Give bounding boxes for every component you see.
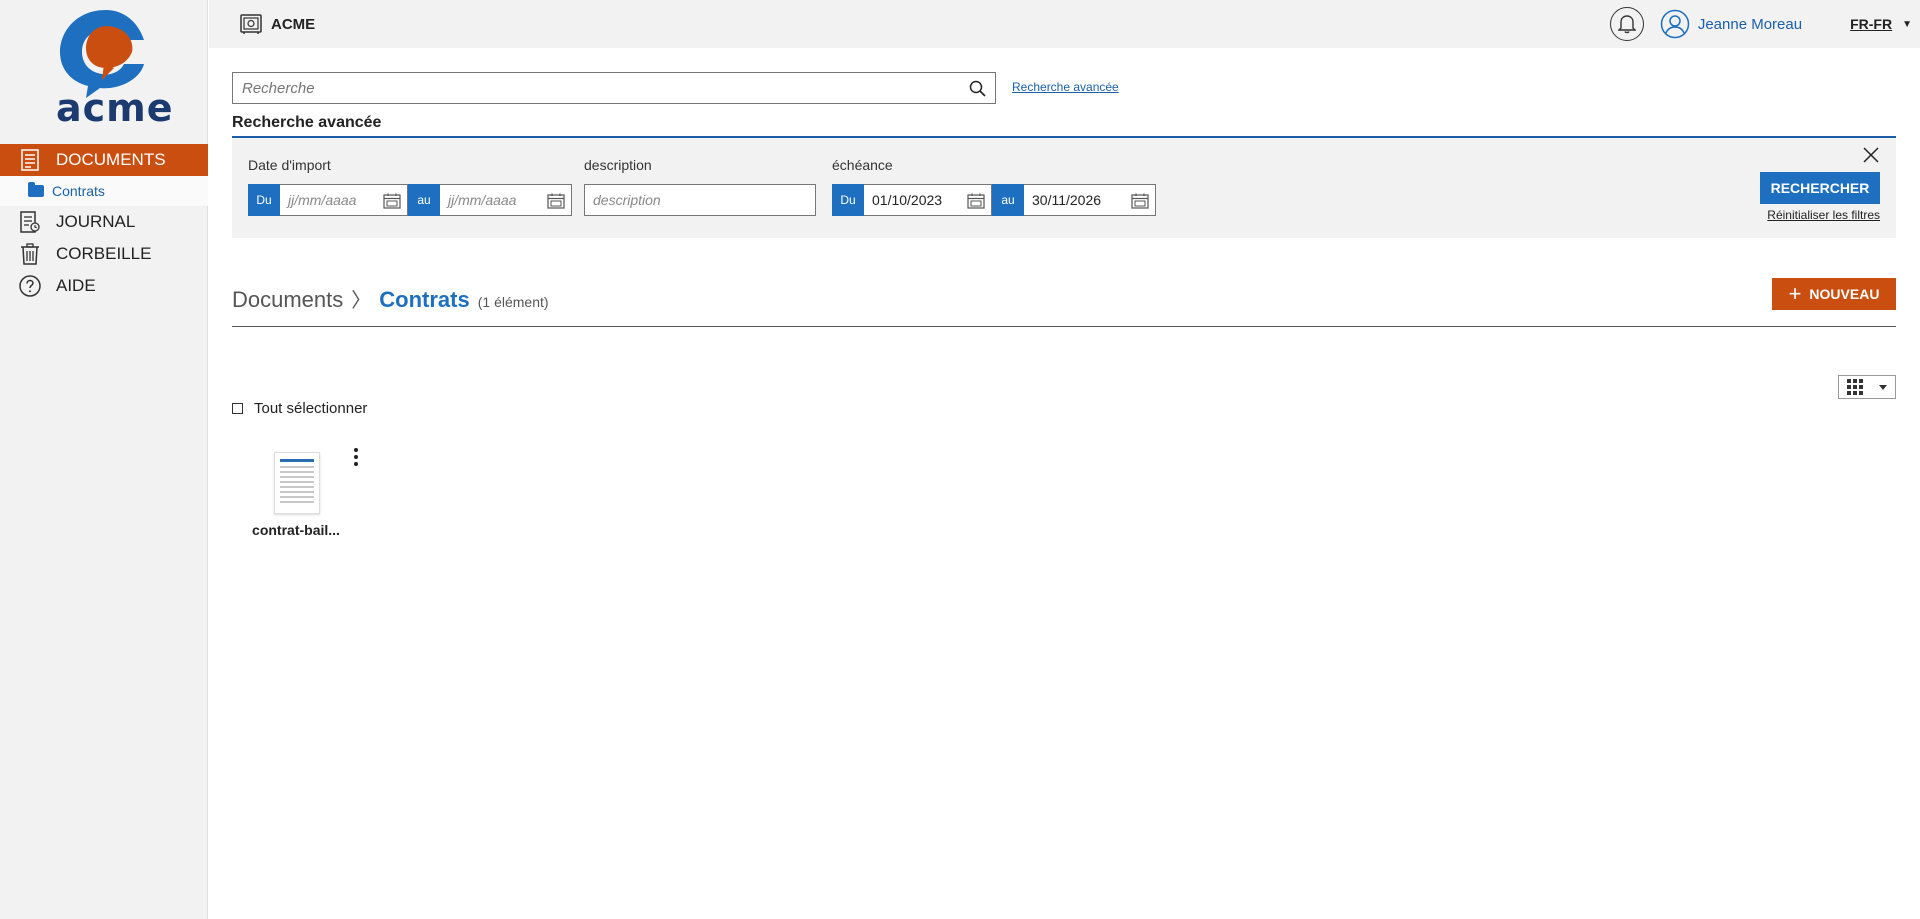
sidebar-item-label: Contrats — [52, 183, 105, 199]
breadcrumb-root[interactable]: Documents — [232, 287, 343, 313]
user-avatar-icon — [1660, 9, 1690, 39]
plus-icon: + — [1788, 281, 1802, 306]
calendar-icon[interactable] — [1131, 193, 1149, 209]
user-menu[interactable]: Jeanne Moreau — [1660, 9, 1802, 39]
breadcrumb-separator: 〉 — [351, 290, 372, 312]
document-name[interactable]: contrat-bail... — [240, 522, 352, 538]
search-button[interactable]: RECHERCHER — [1760, 172, 1880, 204]
more-options-icon[interactable] — [348, 446, 364, 468]
trash-icon — [16, 242, 44, 266]
import-date-to-input[interactable]: jj/mm/aaaa — [440, 184, 572, 216]
select-all-label: Tout sélectionner — [254, 400, 368, 417]
calendar-icon[interactable] — [547, 193, 565, 209]
safe-icon — [240, 14, 262, 34]
sidebar-item-contrats[interactable]: Contrats — [0, 176, 208, 206]
help-icon — [16, 274, 44, 298]
sidebar-item-aide[interactable]: AIDE — [0, 270, 208, 302]
language-selector[interactable]: FR-FR — [1850, 16, 1892, 32]
calendar-icon[interactable] — [383, 193, 401, 209]
description-input[interactable]: description — [584, 184, 816, 216]
search-field — [232, 72, 996, 104]
new-button[interactable]: + NOUVEAU — [1772, 278, 1896, 310]
document-card[interactable]: contrat-bail... — [240, 446, 360, 546]
due-date-range: Du 01/10/2023 au 30/11/2026 — [832, 184, 1156, 216]
date-placeholder: jj/mm/aaaa — [288, 192, 357, 208]
import-date-range: Du jj/mm/aaaa au jj/mm/aaaa — [248, 184, 572, 216]
calendar-icon[interactable] — [967, 193, 985, 209]
user-name: Jeanne Moreau — [1697, 15, 1803, 33]
new-button-label: NOUVEAU — [1809, 286, 1880, 302]
chevron-down-icon — [1879, 384, 1887, 390]
to-tag: au — [992, 184, 1024, 216]
advanced-search-link[interactable]: Recherche avancée — [1012, 80, 1119, 94]
advanced-search-title: Recherche avancée — [232, 114, 382, 131]
folder-icon — [28, 182, 44, 197]
sidebar-item-documents[interactable]: DOCUMENTS — [0, 144, 208, 176]
notifications-bell-icon[interactable] — [1609, 7, 1644, 41]
import-date-from-input[interactable]: jj/mm/aaaa — [280, 184, 408, 216]
sidebar-item-journal[interactable]: JOURNAL — [0, 206, 208, 238]
sidebar-item-label: DOCUMENTS — [56, 150, 166, 169]
date-placeholder: jj/mm/aaaa — [448, 192, 517, 208]
document-thumbnail-icon[interactable] — [274, 452, 320, 514]
description-label: description — [584, 157, 652, 173]
description-placeholder: description — [593, 192, 661, 208]
search-icon[interactable] — [959, 73, 995, 103]
from-tag: Du — [248, 184, 280, 216]
app-title: ACME — [271, 15, 316, 33]
to-tag: au — [408, 184, 440, 216]
select-all[interactable]: Tout sélectionner — [232, 400, 367, 417]
import-date-label: Date d'import — [248, 157, 331, 173]
date-value: 30/11/2026 — [1032, 192, 1102, 208]
chevron-down-icon[interactable]: ▼ — [1902, 19, 1912, 30]
sidebar-item-label: CORBEILLE — [56, 244, 152, 263]
journal-icon — [16, 210, 44, 234]
from-tag: Du — [832, 184, 864, 216]
header-actions: Jeanne Moreau FR-FR ▼ — [1609, 0, 1920, 48]
view-mode-toggle[interactable] — [1838, 375, 1896, 399]
select-all-checkbox[interactable] — [232, 403, 243, 414]
search-input[interactable] — [233, 73, 959, 103]
sidebar: acme DOCUMENTS Contrats JOURNAL CORBEILL… — [0, 0, 208, 919]
close-icon[interactable] — [1862, 146, 1880, 164]
date-value: 01/10/2023 — [872, 192, 943, 208]
sidebar-nav: DOCUMENTS Contrats JOURNAL CORBEILLE AID… — [0, 144, 208, 302]
breadcrumb: Documents 〉 Contrats (1 élément) — [232, 284, 549, 313]
logo-text: acme — [56, 86, 174, 130]
advanced-search-panel: Date d'import Du jj/mm/aaaa au jj/mm/aaa… — [232, 136, 1896, 238]
top-bar: ACME Jeanne Moreau FR-FR ▼ — [209, 0, 1920, 48]
item-count: (1 élément) — [477, 294, 549, 310]
due-date-to-input[interactable]: 30/11/2026 — [1024, 184, 1156, 216]
divider — [232, 326, 1896, 327]
grid-view-icon — [1847, 379, 1863, 395]
reset-filters-link[interactable]: Réinitialiser les filtres — [1767, 208, 1880, 222]
due-date-label: échéance — [832, 157, 893, 173]
app-brand: ACME — [239, 12, 315, 36]
sidebar-item-label: AIDE — [56, 276, 96, 295]
due-date-from-input[interactable]: 01/10/2023 — [864, 184, 992, 216]
document-list-icon — [16, 148, 44, 172]
sidebar-item-corbeille[interactable]: CORBEILLE — [0, 238, 208, 270]
breadcrumb-current: Contrats — [379, 287, 470, 312]
sidebar-item-label: JOURNAL — [56, 212, 136, 231]
